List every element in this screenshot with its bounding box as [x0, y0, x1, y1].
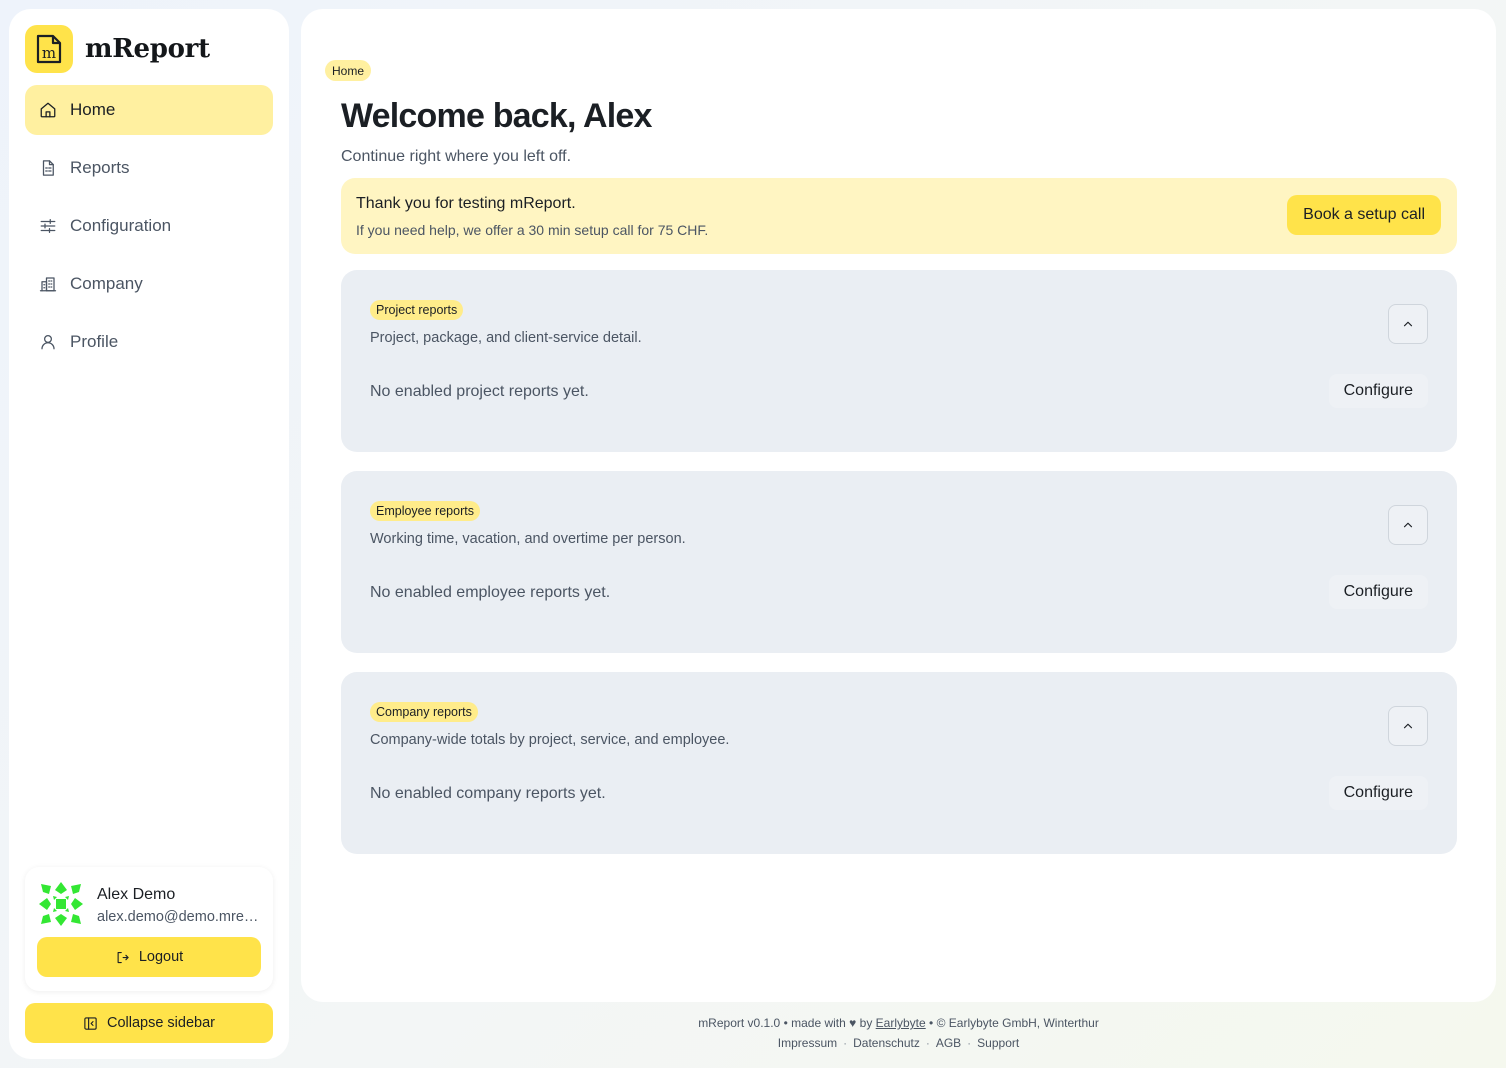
footer-by: by: [859, 1016, 873, 1030]
footer-version: mReport v0.1.0: [698, 1016, 781, 1030]
collapse-section-button[interactable]: [1388, 505, 1428, 545]
brand[interactable]: m mReport: [25, 25, 210, 73]
sidebar-item-label: Home: [70, 100, 116, 119]
sidebar-collapse-icon: [84, 1016, 97, 1030]
collapse-section-button[interactable]: [1388, 706, 1428, 746]
sidebar-item-reports[interactable]: Reports: [25, 143, 273, 193]
report-icon: [39, 159, 57, 177]
sidebar-item-configuration[interactable]: Configuration: [25, 201, 273, 251]
footer-link-datenschutz[interactable]: Datenschutz: [853, 1036, 920, 1050]
configure-button[interactable]: Configure: [1328, 374, 1428, 408]
banner-text: If you need help, we offer a 30 min setu…: [356, 222, 709, 238]
collapse-sidebar-button[interactable]: Collapse sidebar: [25, 1003, 273, 1043]
sidebar-item-home[interactable]: Home: [25, 85, 273, 135]
book-setup-call-button[interactable]: Book a setup call: [1287, 195, 1441, 235]
section-description: Working time, vacation, and overtime per…: [370, 531, 686, 547]
footer-link-impressum[interactable]: Impressum: [778, 1036, 837, 1050]
section-empty-state: No enabled company reports yet.: [370, 785, 606, 802]
breadcrumb[interactable]: Home: [325, 60, 372, 81]
sidebar: m mReport Home Reports Configuration Com…: [9, 9, 289, 1059]
section-badge: Employee reports: [370, 501, 480, 521]
avatar[interactable]: [37, 880, 85, 928]
building-icon: [39, 275, 57, 293]
company-reports-section: Company reports Company-wide totals by p…: [341, 672, 1457, 854]
footer-credits: mReport v0.1.0 • made with ♥ by Earlybyt…: [698, 1016, 1099, 1030]
chevron-up-icon: [1403, 522, 1413, 528]
page-title: Welcome back, Alex: [341, 97, 652, 135]
footer-made-with: made with: [791, 1016, 846, 1030]
section-badge: Project reports: [370, 300, 464, 320]
home-icon: [39, 101, 57, 119]
svg-text:m: m: [42, 44, 56, 62]
project-reports-section: Project reports Project, package, and cl…: [341, 270, 1457, 452]
sidebar-item-label: Profile: [70, 332, 119, 351]
logout-icon: [117, 951, 129, 963]
page-subtitle: Continue right where you left off.: [341, 148, 572, 165]
footer-links: Impressum · Datenschutz · AGB · Support: [777, 1036, 1020, 1050]
user-name: Alex Demo: [97, 886, 176, 903]
section-empty-state: No enabled project reports yet.: [370, 383, 589, 400]
configure-button[interactable]: Configure: [1328, 575, 1428, 609]
user-icon: [39, 333, 57, 351]
user-card: Alex Demo alex.demo@demo.mreport.ch Logo…: [25, 867, 273, 991]
sidebar-item-profile[interactable]: Profile: [25, 317, 273, 367]
logout-label: Logout: [138, 949, 184, 965]
heart-icon: ♥: [849, 1016, 857, 1030]
app-logo-icon: m: [25, 25, 73, 73]
sliders-icon: [39, 217, 57, 235]
footer-link-support[interactable]: Support: [977, 1036, 1019, 1050]
testing-banner: Thank you for testing mReport. If you ne…: [341, 178, 1457, 254]
user-email: alex.demo@demo.mreport.ch: [97, 909, 263, 925]
employee-reports-section: Employee reports Working time, vacation,…: [341, 471, 1457, 653]
sidebar-item-label: Configuration: [70, 216, 172, 235]
chevron-up-icon: [1403, 321, 1413, 327]
sidebar-item-company[interactable]: Company: [25, 259, 273, 309]
footer-copyright: © Earlybyte GmbH, Winterthur: [936, 1016, 1099, 1030]
collapse-section-button[interactable]: [1388, 304, 1428, 344]
logout-button[interactable]: Logout: [37, 937, 261, 977]
configure-button[interactable]: Configure: [1328, 776, 1428, 810]
chevron-up-icon: [1403, 723, 1413, 729]
sidebar-nav: Home Reports Configuration Company Profi…: [25, 85, 273, 375]
footer-company-link[interactable]: Earlybyte: [876, 1016, 926, 1030]
footer: mReport v0.1.0 • made with ♥ by Earlybyt…: [301, 1015, 1496, 1052]
section-badge: Company reports: [370, 702, 478, 722]
banner-title: Thank you for testing mReport.: [356, 195, 576, 212]
sidebar-item-label: Reports: [70, 158, 130, 177]
section-empty-state: No enabled employee reports yet.: [370, 584, 611, 601]
main-content: Home Welcome back, Alex Continue right w…: [301, 9, 1496, 1002]
section-description: Company-wide totals by project, service,…: [370, 732, 730, 748]
app-name: mReport: [85, 34, 210, 64]
section-description: Project, package, and client-service det…: [370, 330, 642, 346]
collapse-sidebar-label: Collapse sidebar: [106, 1015, 215, 1031]
sidebar-item-label: Company: [70, 274, 143, 293]
footer-link-agb[interactable]: AGB: [936, 1036, 961, 1050]
